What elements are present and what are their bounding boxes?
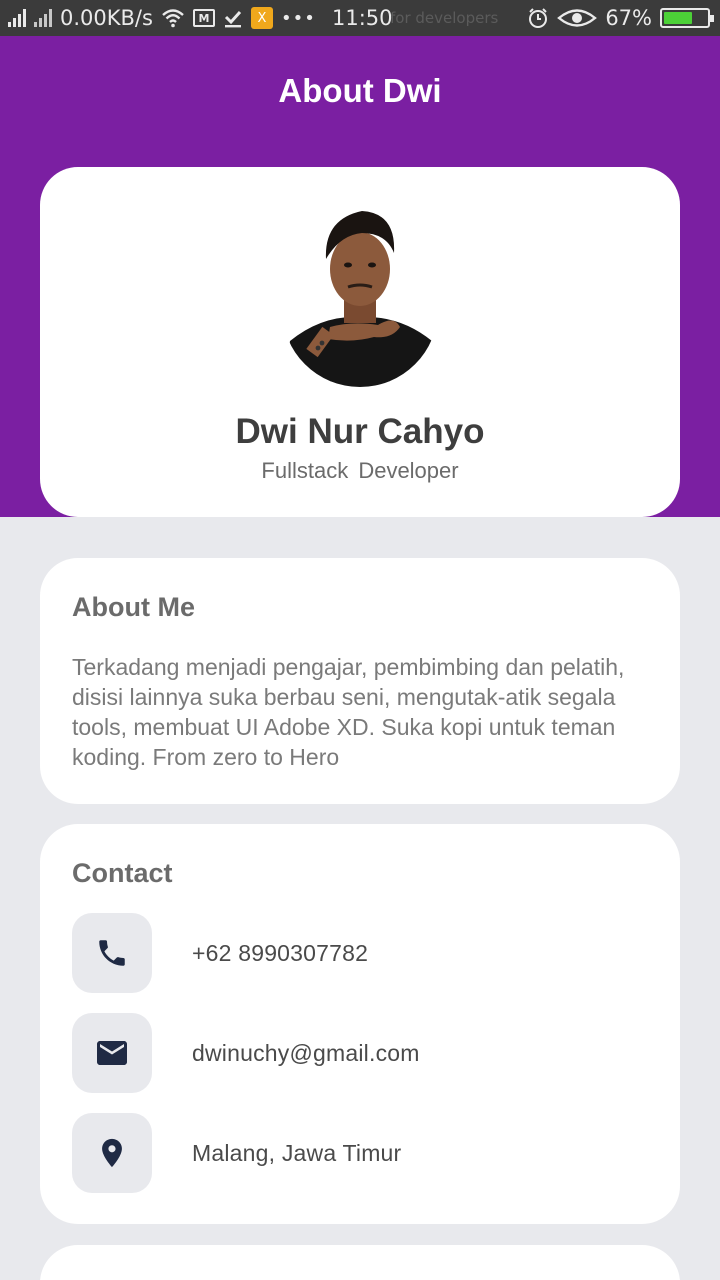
wifi-icon (162, 9, 184, 28)
profile-role: Fullstack Developer (261, 458, 459, 483)
clock: 11:50 (332, 6, 393, 30)
network-speed: 0.00KB/s (60, 6, 153, 30)
alarm-icon (529, 8, 548, 28)
gallery-icon: M (192, 9, 215, 27)
battery-icon (660, 8, 714, 28)
contact-title: Contact (72, 858, 173, 888)
signal-icon (8, 9, 26, 27)
phone-icon-box[interactable] (72, 913, 152, 993)
location-icon-box[interactable] (72, 1113, 152, 1193)
status-bar: 0.00KB/s M X ••• for developers 11:50 67… (0, 0, 720, 36)
next-card (40, 1245, 680, 1280)
app-notification-icon: X (250, 7, 273, 29)
eye-icon (557, 9, 598, 27)
profile-name: Dwi Nur Cahyo (235, 412, 485, 451)
about-title: About Me (72, 592, 195, 622)
contact-phone-row[interactable]: +62 8990307782 (72, 913, 652, 993)
contact-location-text[interactable]: Malang, Jawa Timur (192, 1140, 401, 1167)
contact-phone-text[interactable]: +62 8990307782 (192, 940, 368, 967)
location-icon (102, 1138, 122, 1168)
battery-percent: 67% (605, 6, 652, 30)
page-title: About Dwi (278, 72, 442, 109)
avatar (282, 203, 438, 387)
signal-no-sim-icon (34, 9, 52, 27)
about-text: Terkadang menjadi pengajar, pembimbing d… (72, 654, 625, 770)
contact-email-row[interactable]: dwinuchy@gmail.com (72, 1013, 652, 1093)
check-icon (224, 10, 242, 28)
phone-icon (99, 940, 125, 966)
email-icon (97, 1041, 127, 1065)
contact-email-text[interactable]: dwinuchy@gmail.com (192, 1040, 420, 1067)
contact-location-row[interactable]: Malang, Jawa Timur (72, 1113, 652, 1193)
notification-ghost-text: for developers (390, 9, 499, 27)
email-icon-box[interactable] (72, 1013, 152, 1093)
more-dots-icon: ••• (280, 7, 316, 29)
